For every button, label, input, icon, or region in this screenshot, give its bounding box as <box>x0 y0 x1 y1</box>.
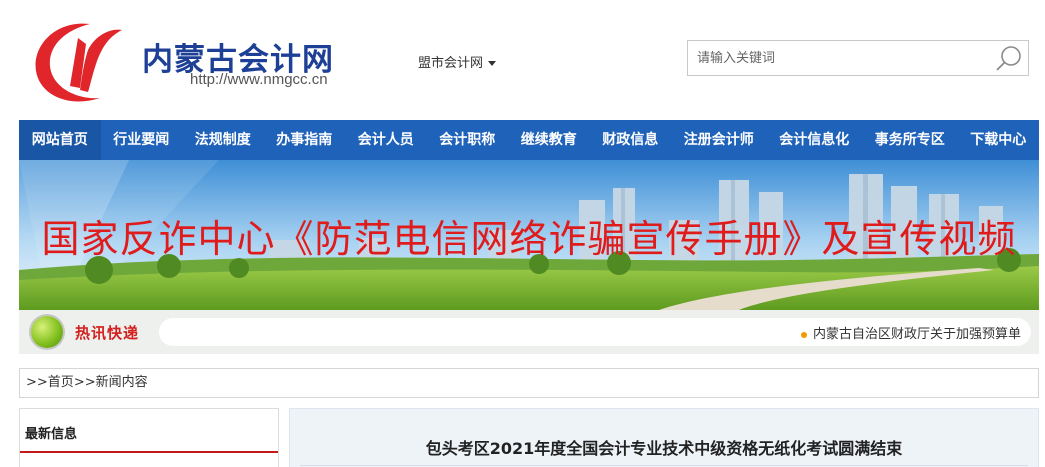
hot-news-item[interactable]: 内蒙古自治区财政厅关于加强预算单 <box>800 323 1021 342</box>
nav-item-regulations[interactable]: 法规制度 <box>182 120 264 160</box>
nav-item-accountants[interactable]: 会计人员 <box>345 120 427 160</box>
breadcrumb-home[interactable]: 首页 <box>48 375 74 390</box>
nav-item-industry-news[interactable]: 行业要闻 <box>101 120 183 160</box>
caret-down-icon <box>488 61 497 66</box>
hot-news-ticker: 内蒙古自治区财政厅关于加强预算单 <box>159 318 1031 346</box>
hot-news-item-text: 内蒙古自治区财政厅关于加强预算单 <box>812 327 1021 342</box>
search-icon[interactable] <box>992 43 1026 73</box>
region-selector[interactable]: 盟市会计网 <box>418 52 497 71</box>
nav-item-home[interactable]: 网站首页 <box>19 120 101 160</box>
hot-news-label: 热讯快递 <box>75 324 140 342</box>
main-nav: 网站首页 行业要闻 法规制度 办事指南 会计人员 会计职称 继续教育 财政信息 … <box>19 120 1039 160</box>
nav-item-education[interactable]: 继续教育 <box>508 120 590 160</box>
search-input[interactable] <box>688 41 988 75</box>
latest-info-panel: 最新信息 <box>19 408 279 467</box>
nav-item-cpa[interactable]: 注册会计师 <box>671 120 767 160</box>
latest-info-divider <box>20 451 278 453</box>
banner-headline: 国家反诈中心《防范电信网络诈骗宣传手册》及宣传视频 <box>41 217 1017 261</box>
nav-item-titles[interactable]: 会计职称 <box>427 120 509 160</box>
hot-news-bar: 热讯快递 内蒙古自治区财政厅关于加强预算单 <box>19 310 1039 354</box>
nmgcc-logo-icon <box>35 23 122 102</box>
nav-item-guide[interactable]: 办事指南 <box>264 120 346 160</box>
nav-item-finance[interactable]: 财政信息 <box>590 120 672 160</box>
hot-news-ball-icon <box>31 316 63 348</box>
nav-item-informatization[interactable]: 会计信息化 <box>767 120 863 160</box>
breadcrumb-separator: >> <box>73 375 96 390</box>
site-header: 内蒙古会计网 http://www.nmgcc.cn 盟市会计网 <box>0 0 1045 118</box>
article-divider <box>300 465 1028 466</box>
breadcrumb-current: 新闻内容 <box>95 375 148 390</box>
nav-item-firms[interactable]: 事务所专区 <box>862 120 958 160</box>
nav-item-downloads[interactable]: 下载中心 <box>958 120 1040 160</box>
site-logo[interactable]: 内蒙古会计网 http://www.nmgcc.cn <box>30 16 350 106</box>
breadcrumb-prefix: >> <box>26 375 48 390</box>
dot-bullet-icon <box>800 331 807 338</box>
breadcrumb: >>首页>>新闻内容 <box>19 368 1039 398</box>
latest-info-title: 最新信息 <box>25 427 78 442</box>
site-url: http://www.nmgcc.cn <box>190 71 328 88</box>
search-box <box>687 40 1029 76</box>
article-title: 包头考区2021年度全国会计专业技术中级资格无纸化考试圆满结束 <box>425 439 903 458</box>
hero-banner[interactable]: 国家反诈中心《防范电信网络诈骗宣传手册》及宣传视频 <box>19 160 1039 310</box>
region-selector-label: 盟市会计网 <box>418 56 484 71</box>
article-panel: 包头考区2021年度全国会计专业技术中级资格无纸化考试圆满结束 <box>289 408 1039 467</box>
